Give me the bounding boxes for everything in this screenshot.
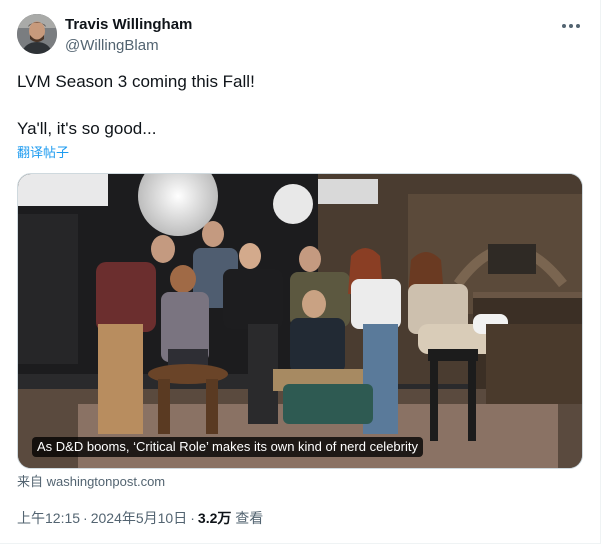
avatar-photo — [17, 14, 57, 54]
author-handle[interactable]: @WillingBlam — [65, 36, 192, 56]
group-photo — [18, 174, 582, 468]
tweet-metadata: 上午12:15 · 2024年5月10日 · 3.2万 查看 — [17, 509, 263, 527]
author-display-name[interactable]: Travis Willingham — [65, 15, 192, 35]
separator: · — [83, 510, 88, 526]
tweet-text-line: Ya'll, it's so good... — [17, 119, 157, 138]
views-count: 3.2万 — [197, 510, 232, 526]
tweet-card: Travis Willingham @WillingBlam LVM Seaso… — [0, 0, 601, 544]
views-label: 查看 — [235, 510, 264, 526]
link-card-source[interactable]: 来自 washingtonpost.com — [17, 474, 165, 490]
tweet-text-line: LVM Season 3 coming this Fall! — [17, 72, 255, 91]
tweet-text: LVM Season 3 coming this Fall! Ya'll, it… — [17, 70, 577, 140]
author-info: Travis Willingham @WillingBlam — [65, 15, 192, 56]
translate-post-link[interactable]: 翻译帖子 — [17, 145, 69, 161]
avatar[interactable] — [17, 14, 57, 54]
more-options-button[interactable] — [560, 16, 582, 36]
link-card-image[interactable]: As D&D booms, ‘Critical Role’ makes its … — [17, 173, 583, 469]
tweet-timestamp[interactable]: 上午12:15 — [17, 510, 80, 526]
link-card-headline: As D&D booms, ‘Critical Role’ makes its … — [32, 437, 423, 457]
separator: · — [190, 510, 195, 526]
tweet-date[interactable]: 2024年5月10日 — [91, 510, 188, 526]
more-horizontal-icon — [562, 24, 580, 28]
